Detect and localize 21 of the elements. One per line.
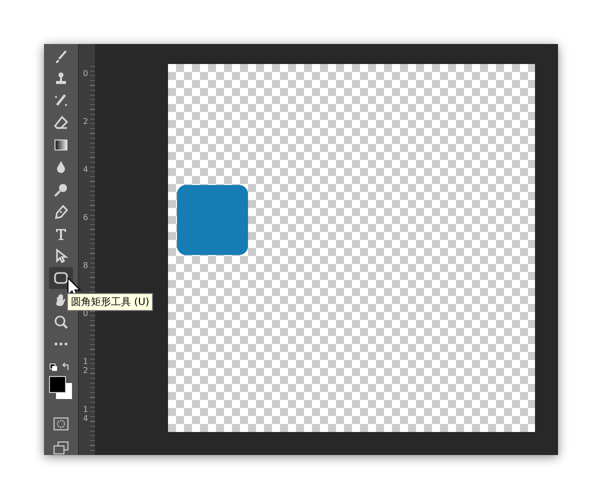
brush-icon bbox=[53, 48, 69, 65]
foreground-color-swatch[interactable] bbox=[49, 376, 66, 393]
ruler-label: 8 bbox=[83, 262, 90, 271]
more-icon bbox=[54, 342, 68, 346]
ruler-label: 14 bbox=[83, 406, 90, 424]
screen-mode-icon[interactable] bbox=[53, 441, 69, 455]
stamp-icon bbox=[53, 70, 69, 87]
pen-icon bbox=[53, 204, 69, 220]
arrow-pointer-icon bbox=[53, 248, 69, 264]
ruler-label: 4 bbox=[83, 166, 90, 175]
ruler-label: 6 bbox=[83, 214, 90, 223]
ruler-label: 0 bbox=[83, 70, 90, 79]
zoom-icon bbox=[53, 314, 69, 330]
tooltip: 圆角矩形工具 (U) bbox=[67, 293, 154, 311]
ruler-label: 2 bbox=[83, 118, 90, 127]
rounded-rectangle-icon bbox=[53, 270, 69, 286]
ruler-label: 12 bbox=[83, 358, 90, 376]
quick-mask-icon[interactable] bbox=[53, 417, 69, 432]
eraser-icon bbox=[53, 115, 69, 132]
dodge-icon bbox=[53, 182, 69, 198]
gradient-icon bbox=[53, 137, 69, 154]
